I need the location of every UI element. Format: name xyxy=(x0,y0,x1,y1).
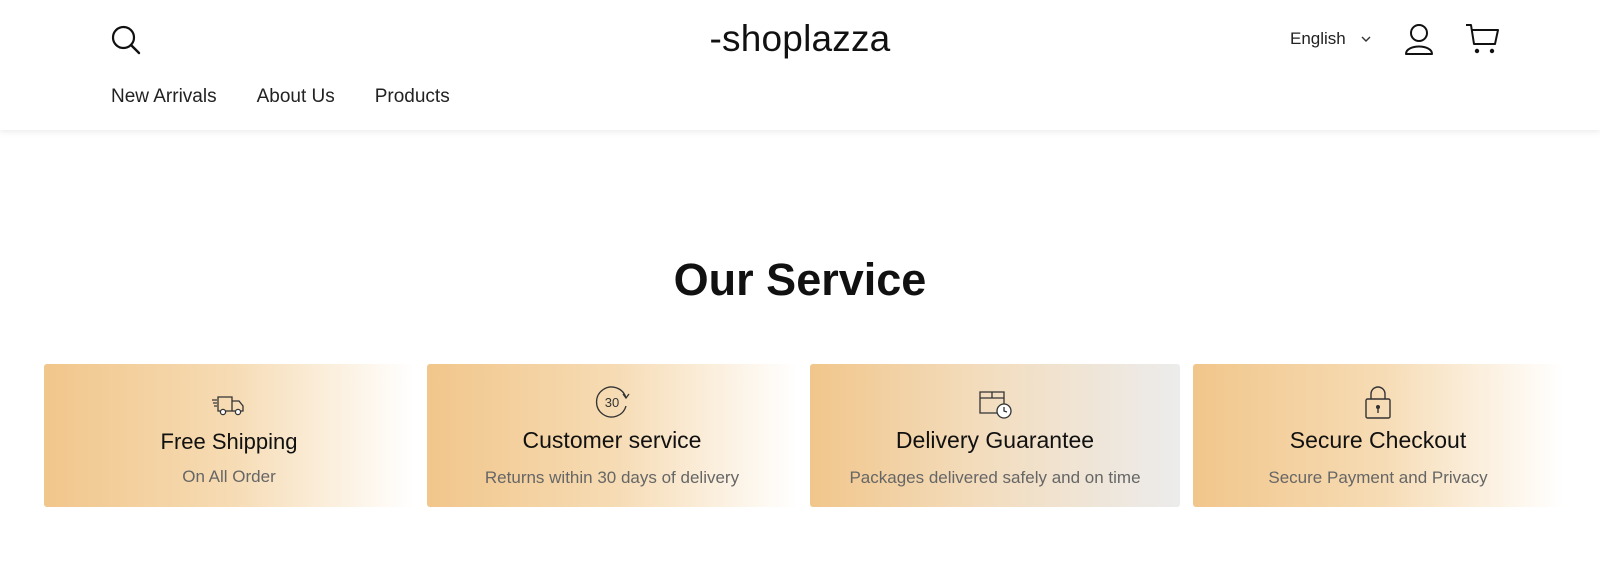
service-title: Customer service xyxy=(522,427,702,453)
service-subtitle: On All Order xyxy=(182,466,276,486)
chevron-down-icon xyxy=(1361,36,1371,42)
cart-button[interactable] xyxy=(1464,22,1500,56)
cart-icon xyxy=(1466,24,1499,54)
service-card-customer-service: 30 Customer service Returns within 30 da… xyxy=(427,364,797,507)
service-subtitle: Returns within 30 days of delivery xyxy=(484,468,740,487)
service-subtitle: Secure Payment and Privacy xyxy=(1268,468,1488,487)
account-button[interactable] xyxy=(1402,22,1436,56)
service-cards: Free Shipping On All Order 30 Customer s… xyxy=(44,364,1563,507)
service-card-free-shipping: Free Shipping On All Order xyxy=(44,364,414,507)
nav-item-new-arrivals[interactable]: New Arrivals xyxy=(111,86,217,108)
site-header: -shoplazza English New Arrivals About Us… xyxy=(0,0,1600,130)
service-title: Free Shipping xyxy=(160,428,298,454)
lock-icon xyxy=(1365,386,1391,419)
user-icon xyxy=(1405,24,1433,55)
nav-item-about-us[interactable]: About Us xyxy=(257,86,335,108)
service-card-delivery-guarantee: Delivery Guarantee Packages delivered sa… xyxy=(810,364,1180,507)
package-clock-icon xyxy=(979,391,1012,419)
service-card-secure-checkout: Secure Checkout Secure Payment and Priva… xyxy=(1193,364,1563,507)
main-nav: New Arrivals About Us Products xyxy=(111,86,450,108)
30-days-icon: 30 xyxy=(595,386,630,418)
truck-icon xyxy=(212,395,244,415)
section-title: Our Service xyxy=(673,254,927,305)
service-title: Secure Checkout xyxy=(1289,427,1467,453)
service-title: Delivery Guarantee xyxy=(895,427,1095,453)
svg-text:30: 30 xyxy=(605,395,619,410)
service-subtitle: Packages delivered safely and on time xyxy=(849,468,1141,487)
nav-item-products[interactable]: Products xyxy=(375,86,450,108)
language-selector[interactable]: English xyxy=(1290,29,1372,49)
language-label: English xyxy=(1290,29,1346,48)
